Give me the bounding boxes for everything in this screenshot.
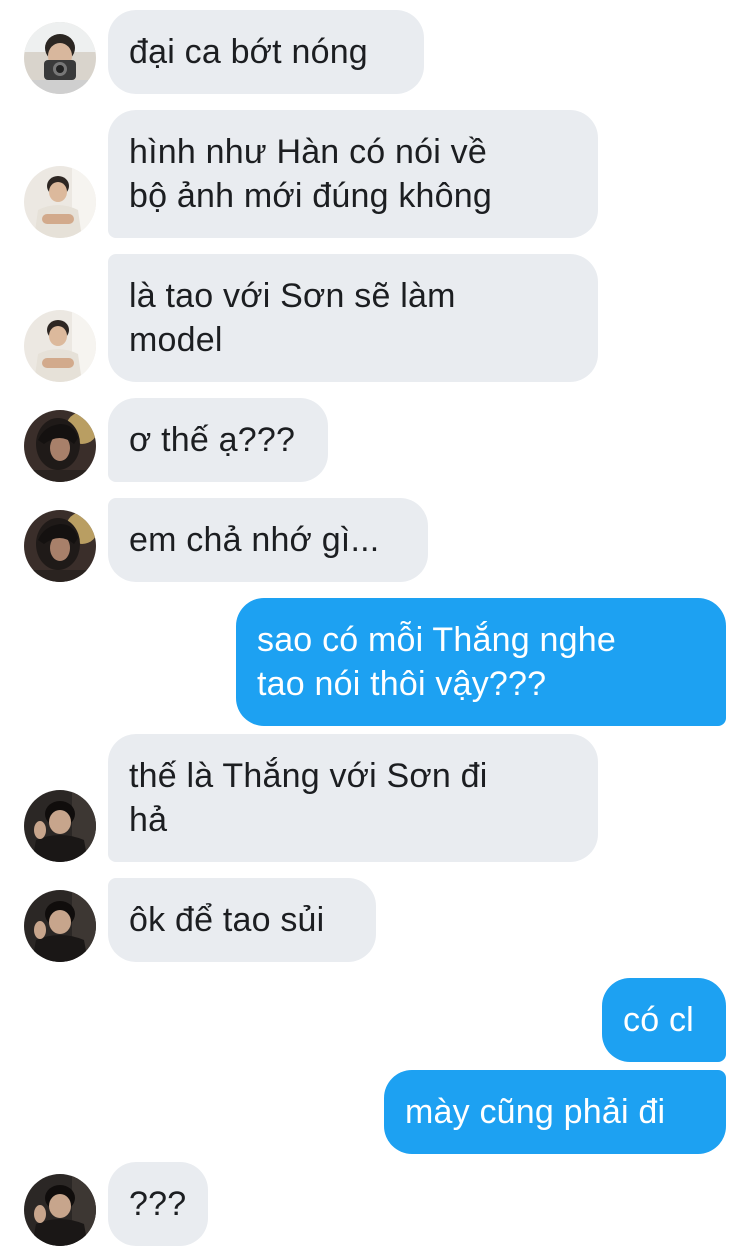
avatar-camera-user-photo (24, 22, 96, 94)
message-thread[interactable]: đại ca bớt nóng hình như Hàn có nói về b… (0, 0, 750, 1246)
avatar-dark-user-photo (24, 890, 96, 962)
message-text: thế là Thắng với Sơn đi (129, 757, 488, 795)
message-text: hả (129, 801, 168, 839)
avatar-hooded-user[interactable] (24, 510, 96, 582)
avatar-arms-crossed-user-photo (24, 310, 96, 382)
message-bubble[interactable]: đại ca bớt nóng (108, 10, 424, 94)
message-text: hình như Hàn có nói về (129, 133, 487, 171)
message-text: ??? (129, 1185, 187, 1223)
message-bubble[interactable]: hình như Hàn có nói về bộ ảnh mới đúng k… (108, 110, 598, 238)
avatar-hooded-user-photo (24, 410, 96, 482)
message-bubble[interactable]: ôk để tao sủi (108, 878, 376, 962)
message-text: ơ thế ạ??? (129, 421, 296, 459)
message-text: có cl (623, 1001, 694, 1039)
message-text: bộ ảnh mới đúng không (129, 177, 492, 215)
avatar-camera-user[interactable] (24, 22, 96, 94)
avatar-dark-user-photo (24, 1174, 96, 1246)
message-bubble[interactable]: là tao với Sơn sẽ làm model (108, 254, 598, 382)
message-bubble-outgoing[interactable]: mày cũng phải đi (384, 1070, 726, 1154)
avatar-hooded-user-photo (24, 510, 96, 582)
avatar-arms-crossed-user-photo (24, 166, 96, 238)
message-bubble[interactable]: ??? (108, 1162, 208, 1246)
avatar-arms-crossed-user[interactable] (24, 166, 96, 238)
message-text: mày cũng phải đi (405, 1093, 666, 1131)
message-bubble[interactable]: em chả nhớ gì... (108, 498, 428, 582)
message-bubble-outgoing[interactable]: sao có mỗi Thắng nghe tao nói thôi vậy??… (236, 598, 726, 726)
avatar-dark-user[interactable] (24, 1174, 96, 1246)
message-bubble-outgoing[interactable]: có cl (602, 978, 726, 1062)
message-bubble[interactable]: ơ thế ạ??? (108, 398, 328, 482)
message-text: em chả nhớ gì... (129, 521, 380, 559)
message-text: ôk để tao sủi (129, 901, 325, 939)
avatar-hooded-user[interactable] (24, 410, 96, 482)
message-text: đại ca bớt nóng (129, 33, 368, 71)
avatar-dark-user-photo (24, 790, 96, 862)
avatar-dark-user[interactable] (24, 790, 96, 862)
avatar-dark-user[interactable] (24, 890, 96, 962)
avatar-arms-crossed-user[interactable] (24, 310, 96, 382)
message-text: là tao với Sơn sẽ làm (129, 277, 456, 315)
message-text: sao có mỗi Thắng nghe (257, 621, 616, 659)
message-bubble[interactable]: thế là Thắng với Sơn đi hả (108, 734, 598, 862)
message-text: model (129, 321, 223, 359)
message-text: tao nói thôi vậy??? (257, 665, 547, 703)
